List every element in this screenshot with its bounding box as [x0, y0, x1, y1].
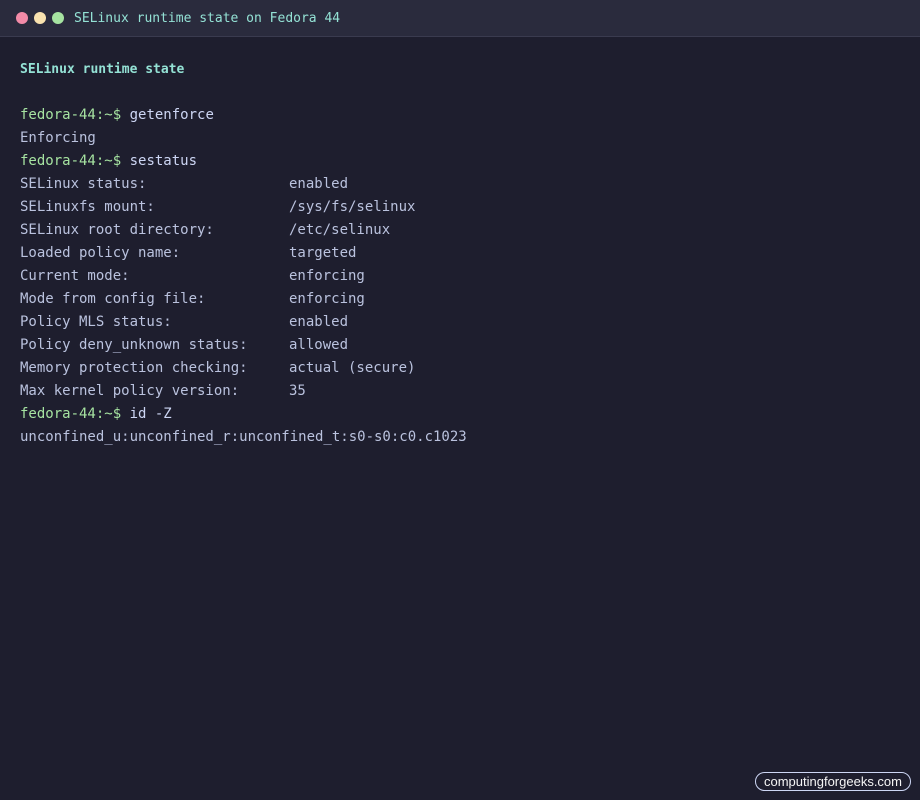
sestatus-row: Policy MLS status: enabled — [20, 311, 900, 334]
sestatus-key: SELinux root directory: — [20, 222, 214, 238]
sestatus-key: Max kernel policy version: — [20, 383, 240, 399]
title-bar: SELinux runtime state on Fedora 44 — [0, 0, 920, 37]
sestatus-row: SELinuxfs mount: /sys/fs/selinux — [20, 196, 900, 219]
shell-prompt: fedora-44:~$ — [20, 153, 122, 169]
sestatus-row: SELinux root directory: /etc/selinux — [20, 219, 900, 242]
command-line: fedora-44:~$ id -Z — [20, 403, 900, 426]
sestatus-row: Current mode: enforcing — [20, 265, 900, 288]
sestatus-row: Memory protection checking: actual (secur… — [20, 357, 900, 380]
output-line: unconfined_u:unconfined_r:unconfined_t:s… — [20, 429, 467, 445]
window-title: SELinux runtime state on Fedora 44 — [74, 10, 341, 26]
sestatus-value: actual (secure) — [289, 360, 416, 376]
sestatus-row: Policy deny_unknown status: allowed — [20, 334, 900, 357]
terminal-output[interactable]: SELinux runtime state fedora-44:~$ geten… — [0, 37, 920, 449]
command-text: getenforce — [129, 107, 214, 123]
command-line: fedora-44:~$ getenforce — [20, 104, 900, 127]
sestatus-value: /sys/fs/selinux — [289, 199, 416, 215]
sestatus-value: enforcing — [289, 291, 365, 307]
close-button[interactable] — [16, 12, 28, 24]
section-heading: SELinux runtime state — [20, 62, 185, 77]
sestatus-value: enforcing — [289, 268, 365, 284]
shell-prompt: fedora-44:~$ — [20, 107, 122, 123]
watermark: computingforgeeks.com — [754, 772, 911, 791]
sestatus-value: enabled — [289, 314, 349, 330]
sestatus-row: Loaded policy name: targeted — [20, 242, 900, 265]
sestatus-value: 35 — [289, 383, 306, 399]
sestatus-key: Memory protection checking: — [20, 360, 248, 376]
sestatus-key: Mode from config file: — [20, 291, 206, 307]
shell-prompt: fedora-44:~$ — [20, 406, 122, 422]
sestatus-key: Current mode: — [20, 268, 130, 284]
terminal-window: SELinux runtime state on Fedora 44 SELin… — [0, 0, 920, 800]
output-line: Enforcing — [20, 130, 96, 146]
sestatus-value: /etc/selinux — [289, 222, 391, 238]
sestatus-key: SELinux status: — [20, 176, 147, 192]
sestatus-value: enabled — [289, 176, 349, 192]
sestatus-row: Mode from config file: enforcing — [20, 288, 900, 311]
sestatus-row: SELinux status: enabled — [20, 173, 900, 196]
sestatus-key: Policy deny_unknown status: — [20, 337, 248, 353]
maximize-button[interactable] — [52, 12, 64, 24]
sestatus-value: targeted — [289, 245, 357, 261]
command-text: sestatus — [129, 153, 198, 169]
sestatus-value: allowed — [289, 337, 349, 353]
sestatus-key: Policy MLS status: — [20, 314, 172, 330]
sestatus-row: Max kernel policy version: 35 — [20, 380, 900, 403]
sestatus-key: Loaded policy name: — [20, 245, 181, 261]
sestatus-key: SELinuxfs mount: — [20, 199, 155, 215]
minimize-button[interactable] — [34, 12, 46, 24]
command-line: fedora-44:~$ sestatus — [20, 150, 900, 173]
command-text: id -Z — [129, 406, 172, 422]
